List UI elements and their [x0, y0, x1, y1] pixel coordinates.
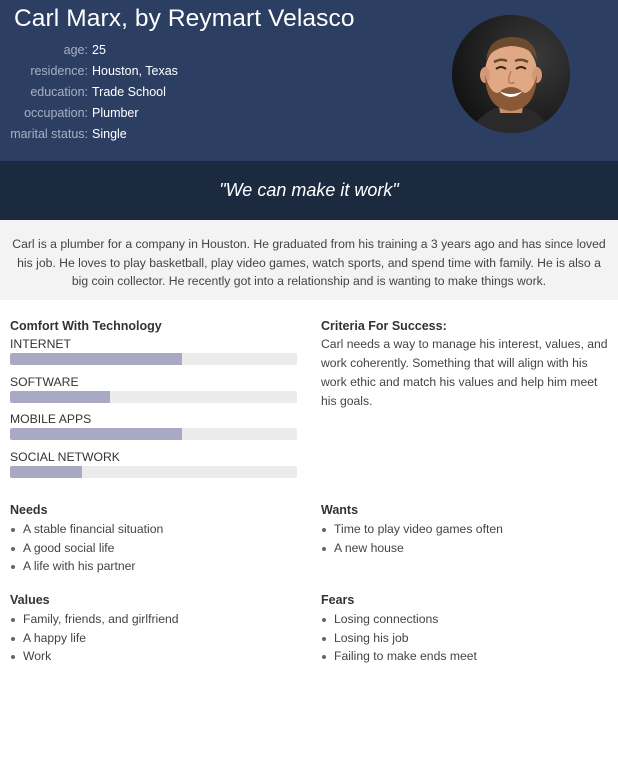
info-label: education:	[30, 85, 88, 99]
list-item: Losing connections	[322, 610, 608, 629]
list-item: Work	[11, 647, 300, 666]
wants-list: Time to play video games often A new hou…	[321, 520, 608, 557]
technology-item: MOBILE APPS	[10, 411, 298, 449]
info-label: age:	[63, 43, 88, 57]
info-value: Trade School	[92, 85, 166, 99]
technology-bar-track	[10, 428, 297, 440]
info-value: Plumber	[92, 106, 139, 120]
criteria-section: Criteria For Success: Carl needs a way t…	[321, 318, 608, 411]
technology-bar-track	[10, 465, 297, 478]
section-title: Criteria For Success:	[321, 319, 447, 333]
info-value: Single	[92, 127, 127, 141]
technology-list: INTERNET SOFTWARE MOBILE APPS SOCIAL NETWOR…	[10, 336, 298, 486]
technology-bar-track	[10, 390, 297, 403]
technology-bar-fill	[10, 465, 82, 478]
wants-section: Wants Time to play video games often A n…	[321, 500, 608, 557]
technology-item: SOCIAL NETWORK	[10, 449, 298, 487]
persona-header: Carl Marx, by Reymart Velasco age: 25 re…	[0, 0, 618, 161]
list-item: A good social life	[11, 539, 300, 558]
bearded-man-portrait-icon	[452, 15, 570, 133]
needs-list: A stable financial situation A good soci…	[10, 520, 300, 576]
section-title: Wants	[321, 503, 359, 517]
list-item: A life with his partner	[11, 557, 300, 576]
list-item: Failing to make ends meet	[322, 647, 608, 666]
info-label: marital status:	[10, 127, 88, 141]
list-item: A new house	[322, 539, 608, 558]
list-item: Time to play video games often	[322, 520, 608, 539]
technology-bar-track	[10, 353, 297, 365]
avatar	[452, 15, 570, 133]
list-item: Losing his job	[322, 629, 608, 648]
technology-label: MOBILE APPS	[10, 412, 92, 426]
values-list: Family, friends, and girlfriend A happy …	[10, 610, 300, 666]
technology-label: SOFTWARE	[10, 374, 79, 389]
section-title: Fears	[321, 593, 355, 607]
section-title: Needs	[10, 503, 48, 517]
criteria-text: Carl needs a way to manage his interest,…	[321, 337, 608, 408]
info-label: residence:	[30, 64, 88, 78]
persona-bio: Carl is a plumber for a company in Houst…	[0, 220, 618, 300]
needs-section: Needs A stable financial situation A goo…	[10, 500, 300, 576]
section-title: Comfort With Technology	[10, 319, 162, 333]
technology-bar-fill	[10, 428, 182, 440]
technology-label: SOCIAL NETWORK	[10, 449, 120, 464]
info-label: occupation:	[24, 106, 88, 120]
persona-quote: "We can make it work"	[0, 161, 618, 220]
list-item: A happy life	[11, 629, 300, 648]
fears-section: Fears Losing connections Losing his job …	[321, 590, 608, 666]
technology-label: INTERNET	[10, 337, 71, 351]
list-item: A stable financial situation	[11, 520, 300, 539]
section-title: Values	[10, 593, 50, 607]
info-value: 25	[92, 43, 106, 57]
technology-bar-fill	[10, 353, 182, 365]
info-value: Houston, Texas	[92, 64, 178, 78]
technology-item: SOFTWARE	[10, 374, 298, 412]
technology-bar-fill	[10, 390, 110, 403]
persona-name: Carl Marx, by Reymart Velasco	[14, 5, 355, 32]
technology-comfort-section: Comfort With Technology INTERNET SOFTWARE…	[10, 318, 298, 486]
technology-item: INTERNET	[10, 336, 298, 374]
values-section: Values Family, friends, and girlfriend A…	[10, 590, 300, 666]
list-item: Family, friends, and girlfriend	[11, 610, 300, 629]
fears-list: Losing connections Losing his job Failin…	[321, 610, 608, 666]
